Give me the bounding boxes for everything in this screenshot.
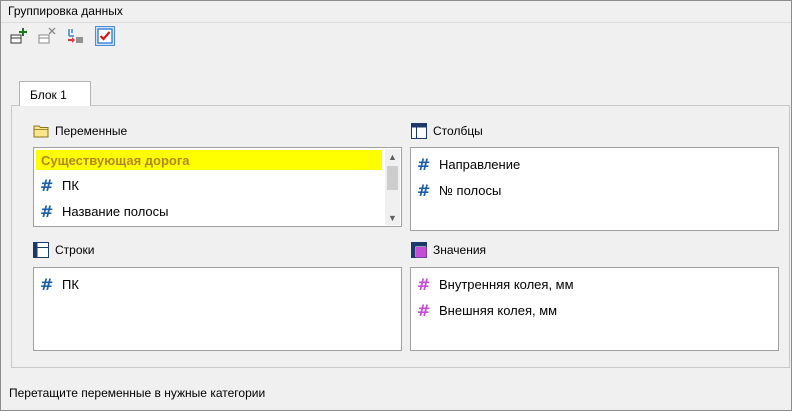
list-item-label: Внешняя колея, мм: [439, 302, 558, 318]
list-item[interactable]: # Внутренняя колея, мм: [417, 274, 574, 294]
columns-label-text: Столбцы: [433, 124, 483, 138]
list-item-label: № полосы: [439, 182, 502, 198]
status-text: Перетащите переменные в нужные категории: [9, 386, 266, 400]
add-block-button[interactable]: [9, 26, 29, 46]
remove-block-button[interactable]: [37, 26, 57, 46]
values-section-label: Значения: [411, 241, 486, 259]
vertical-scrollbar[interactable]: ▲ ▼: [385, 149, 400, 225]
folder-icon: [33, 125, 49, 138]
list-item[interactable]: # № полосы: [417, 180, 501, 200]
variables-section-label: Переменные: [33, 122, 127, 140]
list-item-label: ПК: [62, 276, 79, 292]
checkbox-checked-icon: [97, 28, 113, 44]
list-item-selected[interactable]: Существующая дорога: [36, 150, 382, 170]
sort-button[interactable]: [65, 26, 85, 46]
rows-label-text: Строки: [55, 243, 95, 257]
values-list[interactable]: # Внутренняя колея, мм # Внешняя колея, …: [410, 267, 779, 351]
selected-item-label: Существующая дорога: [41, 153, 190, 168]
status-bar: Перетащите переменные в нужные категории: [1, 379, 791, 409]
list-item[interactable]: # ПК: [40, 175, 79, 195]
list-item-label: Внутренняя колея, мм: [439, 276, 574, 292]
columns-section-label: Столбцы: [411, 122, 483, 140]
rows-list[interactable]: # ПК: [33, 267, 402, 351]
scroll-thumb[interactable]: [387, 166, 398, 190]
tab-label: Блок 1: [30, 88, 67, 102]
scroll-down-icon[interactable]: ▼: [385, 210, 400, 225]
hash-icon: #: [40, 175, 54, 195]
rows-icon: [33, 242, 49, 258]
add-block-icon: [10, 28, 27, 44]
list-item-label: Направление: [439, 156, 521, 172]
rows-section-label: Строки: [33, 241, 94, 259]
hash-icon: #: [40, 274, 54, 294]
values-label-text: Значения: [433, 243, 487, 257]
tab-block-1[interactable]: Блок 1: [19, 81, 91, 106]
variables-label-text: Переменные: [55, 124, 128, 138]
values-icon: [411, 242, 427, 258]
window-title: Группировка данных: [8, 4, 123, 18]
show-totals-toggle[interactable]: [95, 26, 115, 46]
list-item-label: Название полосы: [62, 203, 169, 219]
hash-icon: #: [40, 201, 54, 221]
variables-list[interactable]: Существующая дорога # ПК # Название поло…: [33, 147, 402, 227]
grouping-window: Группировка данных Блок 1 Переменные Сущ…: [0, 0, 792, 411]
list-item[interactable]: # Направление: [417, 154, 520, 174]
list-item[interactable]: # Внешняя колея, мм: [417, 300, 557, 320]
list-item-label: ПК: [62, 177, 79, 193]
columns-list[interactable]: # Направление # № полосы: [410, 147, 779, 231]
toolbar: [1, 23, 791, 49]
sort-icon: [68, 29, 83, 43]
title-bar: Группировка данных: [1, 1, 791, 23]
remove-block-icon: [38, 27, 56, 44]
hash-icon: #: [417, 154, 431, 174]
hash-icon: #: [417, 274, 431, 294]
list-item[interactable]: # Название полосы: [40, 201, 169, 221]
tab-strip-divider: [11, 105, 790, 106]
hash-icon: #: [417, 300, 431, 320]
hash-icon: #: [417, 180, 431, 200]
list-item[interactable]: # ПК: [40, 274, 79, 294]
scroll-up-icon[interactable]: ▲: [385, 149, 400, 164]
columns-icon: [411, 123, 427, 139]
